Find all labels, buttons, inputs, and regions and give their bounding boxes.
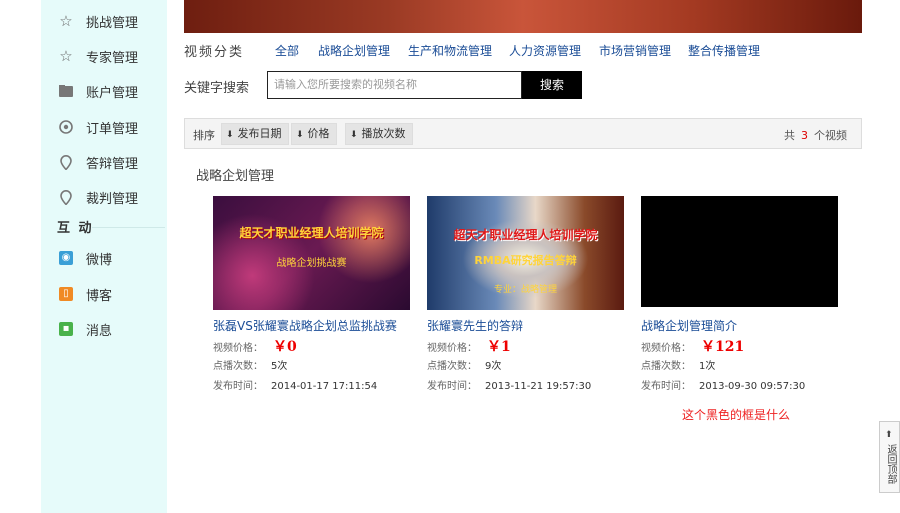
date-label: 发布时间： bbox=[641, 381, 691, 392]
sidebar-item-weibo[interactable]: ◉ 微博 bbox=[57, 247, 112, 269]
sort-by-plays-button[interactable]: ⬇ 播放次数 bbox=[345, 123, 413, 145]
price-value: ￥0 bbox=[273, 339, 297, 355]
thumbnail-subcaption: 战略企划挑战赛 bbox=[276, 258, 347, 269]
star-outline-icon: ☆ bbox=[59, 47, 73, 65]
plays-label: 点播次数： bbox=[213, 361, 263, 372]
search-button[interactable]: 搜索 bbox=[522, 71, 582, 99]
arrow-down-icon: ⬇ bbox=[350, 130, 358, 140]
sidebar-item-accounts[interactable]: 账户管理 bbox=[57, 80, 138, 102]
video-title-link[interactable]: 张耀寰先生的答辩 bbox=[427, 317, 627, 334]
sort-option-label: 价格 bbox=[307, 127, 330, 140]
category-link-logistics[interactable]: 生产和物流管理 bbox=[408, 42, 492, 59]
video-date-row: 发布时间： 2013-09-30 09:57:30 bbox=[641, 377, 805, 392]
date-label: 发布时间： bbox=[427, 381, 477, 392]
target-icon bbox=[57, 118, 75, 136]
date-value: 2013-11-21 19:57:30 bbox=[485, 381, 592, 392]
price-label: 视频价格： bbox=[213, 343, 263, 354]
video-thumbnail[interactable]: 超天才职业经理人培训学院 RMBA研究报告答辩 专业：战略管理 bbox=[427, 196, 624, 310]
category-title: 视频分类 bbox=[184, 45, 245, 60]
date-label: 发布时间： bbox=[213, 381, 263, 392]
category-link-communication[interactable]: 整合传播管理 bbox=[688, 42, 760, 59]
video-date-row: 发布时间： 2014-01-17 17:11:54 bbox=[213, 377, 377, 392]
video-thumbnail[interactable]: 超天才职业经理人培训学院 战略企划挑战赛 bbox=[213, 196, 410, 310]
plays-label: 点播次数： bbox=[427, 361, 477, 372]
plays-label: 点播次数： bbox=[641, 361, 691, 372]
weibo-icon: ◉ bbox=[57, 249, 75, 267]
sidebar-item-label: 裁判管理 bbox=[86, 191, 139, 207]
thumbnail-subcaption: 专业：战略管理 bbox=[493, 285, 557, 295]
total-suffix: 个视频 bbox=[814, 129, 847, 142]
date-value: 2013-09-30 09:57:30 bbox=[699, 381, 806, 392]
star-outline-icon: ☆ bbox=[59, 12, 73, 30]
sidebar-item-blog[interactable]: ▯ 博客 bbox=[57, 283, 112, 305]
video-price-row: 视频价格： ￥0 bbox=[213, 336, 297, 356]
sidebar-item-challenge[interactable]: ☆ 挑战管理 bbox=[57, 10, 138, 32]
category-link-hr[interactable]: 人力资源管理 bbox=[509, 42, 581, 59]
price-label: 视频价格： bbox=[427, 343, 477, 354]
sidebar-item-label: 专家管理 bbox=[86, 50, 139, 66]
thumbnail-subcaption: RMBA研究报告答辩 bbox=[474, 254, 577, 267]
sidebar-item-messages[interactable]: ▪ 消息 bbox=[57, 318, 112, 340]
plays-value: 9次 bbox=[485, 361, 502, 372]
sidebar-item-label: 账户管理 bbox=[86, 85, 139, 101]
price-value: ￥121 bbox=[701, 339, 745, 355]
sidebar-item-label: 微博 bbox=[86, 252, 113, 268]
sidebar-item-orders[interactable]: 订单管理 bbox=[57, 116, 138, 138]
sort-option-label: 播放次数 bbox=[361, 127, 406, 140]
sidebar-item-label: 订单管理 bbox=[86, 121, 139, 137]
video-price-row: 视频价格： ￥1 bbox=[427, 336, 511, 356]
back-to-top-button[interactable]: ⬆ 返回顶部 bbox=[879, 421, 900, 493]
message-icon: ▪ bbox=[57, 320, 75, 338]
price-label: 视频价格： bbox=[641, 343, 691, 354]
annotation-text: 这个黑色的框是什么 bbox=[682, 408, 791, 422]
video-title-link[interactable]: 战略企划管理简介 bbox=[641, 317, 841, 334]
thumbnail-caption: 超天才职业经理人培训学院 bbox=[453, 228, 598, 242]
plays-value: 1次 bbox=[699, 361, 716, 372]
video-title-link[interactable]: 张磊VS张耀寰战略企划总监挑战赛 bbox=[213, 317, 413, 334]
sort-by-date-button[interactable]: ⬇ 发布日期 bbox=[221, 123, 289, 145]
sidebar-item-defense[interactable]: 答辩管理 bbox=[57, 151, 138, 173]
arrow-down-icon: ⬇ bbox=[226, 130, 234, 140]
plays-value: 5次 bbox=[271, 361, 288, 372]
folder-icon bbox=[57, 82, 75, 100]
total-number: 3 bbox=[801, 129, 808, 142]
sort-by-price-button[interactable]: ⬇ 价格 bbox=[291, 123, 337, 145]
total-prefix: 共 bbox=[784, 129, 795, 142]
sidebar-item-judges[interactable]: 裁判管理 bbox=[57, 186, 138, 208]
category-link-strategy[interactable]: 战略企划管理 bbox=[318, 42, 390, 59]
sidebar-section-title: 互 动 bbox=[57, 221, 94, 236]
sidebar-item-label: 答辩管理 bbox=[86, 156, 139, 172]
video-thumbnail[interactable] bbox=[641, 196, 838, 307]
section-title: 战略企划管理 bbox=[196, 169, 275, 184]
sort-bar: 排序 ⬇ 发布日期 ⬇ 价格 ⬇ 播放次数 共 3 个视频 bbox=[184, 118, 862, 149]
arrow-down-icon: ⬇ bbox=[296, 130, 304, 140]
location-pin-icon bbox=[57, 188, 75, 206]
video-plays-row: 点播次数： 9次 bbox=[427, 357, 501, 372]
keyword-search-label: 关键字搜索 bbox=[184, 81, 250, 96]
sidebar-divider bbox=[92, 227, 165, 228]
arrow-up-icon: ⬆ bbox=[885, 430, 893, 440]
sidebar-item-experts[interactable]: ☆ 专家管理 bbox=[57, 45, 138, 67]
category-link-all[interactable]: 全部 bbox=[275, 42, 299, 59]
thumbnail-caption: 超天才职业经理人培训学院 bbox=[239, 226, 384, 240]
price-value: ￥1 bbox=[487, 339, 511, 355]
video-date-row: 发布时间： 2013-11-21 19:57:30 bbox=[427, 377, 591, 392]
book-icon: ▯ bbox=[57, 285, 75, 303]
top-banner-image bbox=[184, 0, 862, 33]
sidebar-item-label: 博客 bbox=[86, 288, 113, 304]
video-price-row: 视频价格： ￥121 bbox=[641, 336, 744, 356]
sidebar-item-label: 挑战管理 bbox=[86, 15, 139, 31]
sort-option-label: 发布日期 bbox=[237, 127, 282, 140]
date-value: 2014-01-17 17:11:54 bbox=[271, 381, 378, 392]
search-input[interactable]: 请输入您所要搜索的视频名称 bbox=[267, 71, 522, 99]
sort-label: 排序 bbox=[193, 129, 215, 142]
category-link-marketing[interactable]: 市场营销管理 bbox=[599, 42, 671, 59]
video-plays-row: 点播次数： 5次 bbox=[213, 357, 287, 372]
location-pin-icon bbox=[57, 153, 75, 171]
back-to-top-label: 返回顶部 bbox=[885, 444, 896, 484]
sidebar-item-label: 消息 bbox=[86, 323, 113, 339]
video-total-count: 共 3 个视频 bbox=[784, 127, 847, 143]
video-plays-row: 点播次数： 1次 bbox=[641, 357, 715, 372]
